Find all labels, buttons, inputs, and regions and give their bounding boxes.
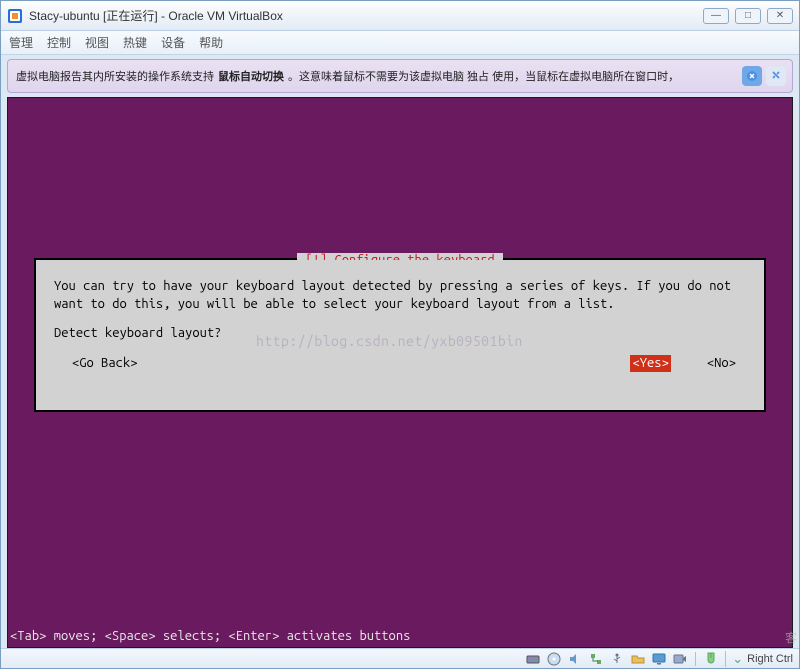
notification-pin-icon[interactable] <box>766 66 786 86</box>
menubar: 管理 控制 视图 热键 设备 帮助 <box>1 31 799 55</box>
yes-button[interactable]: <Yes> <box>630 355 670 373</box>
dialog-container: [!] Configure the keyboard You can try t… <box>34 258 766 412</box>
notification-text-bold: 鼠标自动切换 <box>218 68 284 84</box>
blog-watermark: http://blog.csdn.net/yxb09501bin <box>256 332 523 351</box>
configure-keyboard-dialog: [!] Configure the keyboard You can try t… <box>34 258 766 412</box>
host-key-label: Right Ctrl <box>747 653 793 665</box>
separator <box>695 652 696 666</box>
close-button[interactable]: ✕ <box>767 8 793 24</box>
menu-devices[interactable]: 设备 <box>161 34 185 51</box>
menu-view[interactable]: 视图 <box>85 34 109 51</box>
menu-hotkeys[interactable]: 热键 <box>123 34 147 51</box>
optical-disk-icon[interactable] <box>546 651 562 667</box>
no-button[interactable]: <No> <box>707 355 736 373</box>
audio-icon[interactable] <box>567 651 583 667</box>
maximize-button[interactable]: □ <box>735 8 761 24</box>
mouse-integration-icon[interactable] <box>703 651 719 667</box>
host-key-arrow-icon: ⌄ <box>732 651 743 667</box>
notification-bar: 虚拟电脑报告其内所安装的操作系统支持 鼠标自动切换 。这意味着鼠标不需要为该虚拟… <box>7 59 793 93</box>
go-back-button[interactable]: <Go Back> <box>72 355 138 373</box>
page-watermark: 客 <box>785 629 797 646</box>
menu-control[interactable]: 控制 <box>47 34 71 51</box>
usb-icon[interactable] <box>609 651 625 667</box>
shared-folders-icon[interactable] <box>630 651 646 667</box>
hard-disk-icon[interactable] <box>525 651 541 667</box>
window-title: Stacy-ubuntu [正在运行] - Oracle VM VirtualB… <box>29 7 703 24</box>
dialog-body-text: You can try to have your keyboard layout… <box>54 278 746 313</box>
status-icons <box>525 651 719 667</box>
display-icon[interactable] <box>651 651 667 667</box>
statusbar: ⌄ Right Ctrl <box>1 648 799 668</box>
vm-display[interactable]: [!] Configure the keyboard You can try t… <box>7 97 793 648</box>
menu-manage[interactable]: 管理 <box>9 34 33 51</box>
window-controls: — □ ✕ <box>703 8 793 24</box>
titlebar[interactable]: Stacy-ubuntu [正在运行] - Oracle VM VirtualB… <box>1 1 799 31</box>
notification-dismiss-icon[interactable] <box>742 66 762 86</box>
recording-icon[interactable] <box>672 651 688 667</box>
notification-text-suffix: 。这意味着鼠标不需要为该虚拟电脑 独占 使用，当鼠标在虚拟电脑所在窗口时， <box>288 68 679 84</box>
network-icon[interactable] <box>588 651 604 667</box>
ubuntu-installer: [!] Configure the keyboard You can try t… <box>8 98 792 647</box>
minimize-button[interactable]: — <box>703 8 729 24</box>
virtualbox-icon <box>7 8 23 24</box>
menu-help[interactable]: 帮助 <box>199 34 223 51</box>
help-line: <Tab> moves; <Space> selects; <Enter> ac… <box>10 629 410 643</box>
notification-text-prefix: 虚拟电脑报告其内所安装的操作系统支持 <box>16 68 214 84</box>
host-key-indicator: ⌄ Right Ctrl <box>725 651 793 667</box>
virtualbox-window: Stacy-ubuntu [正在运行] - Oracle VM VirtualB… <box>0 0 800 669</box>
